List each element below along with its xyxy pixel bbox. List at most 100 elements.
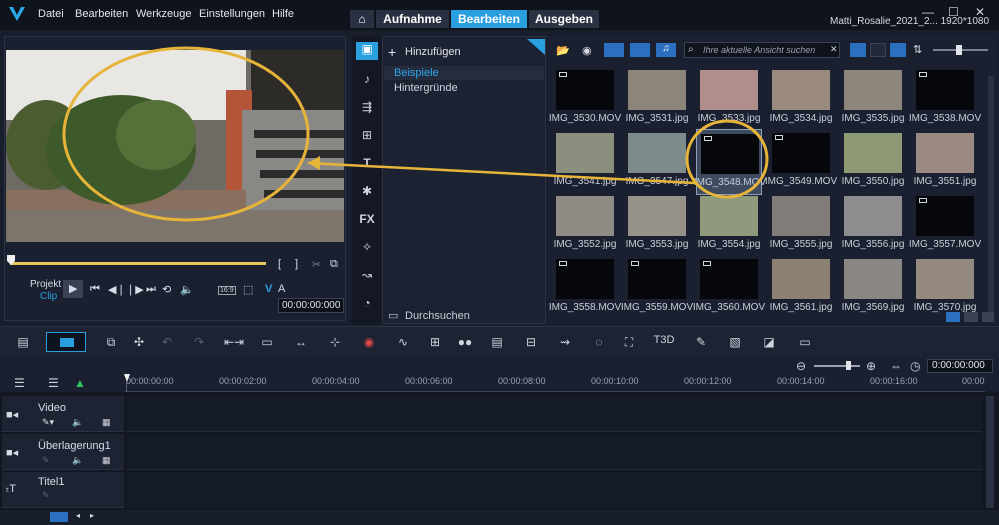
list-view-icon[interactable] <box>850 43 866 57</box>
show-audio-toggle[interactable]: ♫ <box>656 43 676 57</box>
overlay-grid-icon[interactable]: ▦ <box>102 455 111 466</box>
media-thumbnail[interactable]: IMG_3558.MOV <box>549 255 621 321</box>
media-thumbnail[interactable]: IMG_3553.jpg <box>624 192 690 258</box>
media-thumbnail[interactable]: IMG_3530.MOV <box>549 66 621 132</box>
tab-ausgeben[interactable]: Ausgeben <box>529 10 599 28</box>
color-grading-icon[interactable]: ✎ <box>692 335 710 349</box>
track-header-title[interactable]: ₜT Titel1 ✎ <box>2 472 124 508</box>
snapshot-icon[interactable]: ⧉ <box>330 258 338 271</box>
record-capture-icon[interactable]: ◉ <box>360 335 378 349</box>
split-screen-icon[interactable]: ⊟ <box>522 335 540 349</box>
fit-timeline-icon[interactable]: ⇔ <box>890 359 902 373</box>
media-thumbnail[interactable]: IMG_3561.jpg <box>768 255 834 321</box>
library-scrollbar[interactable] <box>988 76 994 316</box>
motion-tracking-icon[interactable]: ⊹ <box>326 335 344 349</box>
repeat-icon[interactable]: ⟲ <box>162 283 171 296</box>
media-thumbnail[interactable]: IMG_3550.jpg <box>840 129 906 195</box>
add-track-icon[interactable]: ▲ <box>74 376 86 390</box>
track-edit-icon[interactable]: ✎▾ <box>42 417 54 428</box>
pin-icon[interactable] <box>527 39 545 55</box>
show-photo-toggle[interactable] <box>630 43 650 57</box>
add-folder-label[interactable]: Hinzufügen <box>405 46 461 58</box>
menu-hilfe[interactable]: Hilfe <box>272 8 294 20</box>
stylize-icon[interactable]: ◪ <box>760 335 778 349</box>
track-header-video[interactable]: ■◂ Video ✎▾ 🔈 ▦ <box>2 396 124 432</box>
video-track-toggle[interactable]: V <box>265 283 272 295</box>
zoom-slider-handle[interactable] <box>846 361 851 370</box>
media-thumbnail[interactable]: IMG_3569.jpg <box>840 255 906 321</box>
ripple-icon[interactable]: ↔ <box>292 335 310 349</box>
timeline-timecode[interactable]: 0:00:00:000 <box>927 359 993 373</box>
add-folder-icon[interactable]: + <box>388 44 396 60</box>
menu-einstellungen[interactable]: Einstellungen <box>199 8 265 20</box>
browse-icon[interactable]: ▭ <box>388 309 398 322</box>
track-grid-icon[interactable]: ▦ <box>102 417 111 428</box>
motion-path-icon[interactable]: ↝ <box>358 268 376 282</box>
library-search-field[interactable]: ⌕ Ihre aktuelle Ansicht suchen ✕ <box>684 42 840 58</box>
prev-frame-icon[interactable]: ◀❘ <box>108 283 126 296</box>
playback-progress[interactable] <box>10 262 266 265</box>
browse-label[interactable]: Durchsuchen <box>405 310 470 322</box>
paint-icon[interactable]: ▧ <box>726 335 744 349</box>
media-thumbnail[interactable]: IMG_3551.jpg <box>912 129 978 195</box>
media-thumbnail[interactable]: IMG_3538.MOV <box>909 66 981 132</box>
go-start-icon[interactable]: ⏮ <box>90 283 100 296</box>
track-list-icon[interactable]: ☰ <box>14 376 25 390</box>
play-button[interactable]: ▶ <box>63 280 83 298</box>
scroll-right-icon[interactable]: ▸ <box>90 511 94 520</box>
media-thumbnail[interactable]: IMG_3541.jpg <box>552 129 618 195</box>
media-thumbnail[interactable]: IMG_3549.MOV <box>765 129 837 195</box>
timeline-view-button[interactable] <box>46 332 86 352</box>
media-thumbnail[interactable]: IMG_3560.MOV <box>693 255 765 321</box>
audio-wave-icon[interactable]: ∿ <box>394 335 412 349</box>
graphics-icon[interactable]: ✱ <box>358 184 376 198</box>
media-thumbnail[interactable]: IMG_3531.jpg <box>624 66 690 132</box>
library-option-3-icon[interactable] <box>982 312 994 322</box>
tab-bearbeiten[interactable]: Bearbeiten <box>451 10 527 28</box>
menu-werkzeuge[interactable]: Werkzeuge <box>136 8 191 20</box>
overlay-track-lane[interactable] <box>127 434 982 470</box>
blend-icon[interactable]: ●● <box>456 335 474 349</box>
fit-project-icon[interactable]: ⇤⇥ <box>224 335 244 349</box>
timeline-vertical-scrollbar[interactable] <box>986 396 994 508</box>
speed-icon[interactable]: ◔ <box>358 296 376 310</box>
media-thumbnail[interactable]: IMG_3556.jpg <box>840 192 906 258</box>
zoom-slider[interactable] <box>814 365 860 367</box>
audio-track-toggle[interactable]: A <box>278 283 285 295</box>
chapter-icon[interactable]: ▭ <box>258 335 276 349</box>
title-tool-icon[interactable]: T <box>358 156 376 170</box>
mark-in-icon[interactable]: [ <box>278 258 281 270</box>
title-edit-icon[interactable]: ✎ <box>42 490 50 501</box>
track-header-overlay[interactable]: ■◂ Überlagerung1 ✎ 🔈 ▦ <box>2 434 124 470</box>
thumbnail-view-icon[interactable] <box>890 43 906 57</box>
tab-aufnahme[interactable]: Aufnahme <box>376 10 449 28</box>
thumbnail-size-handle[interactable] <box>956 45 962 55</box>
redo-icon[interactable]: ↷ <box>190 335 208 349</box>
title-3d-icon[interactable]: T3D <box>652 334 676 346</box>
library-option-2-icon[interactable] <box>964 312 978 322</box>
transition-icon[interactable]: ⇶ <box>358 100 376 114</box>
go-end-icon[interactable]: ⏭ <box>146 283 156 296</box>
zoom-out-icon[interactable]: ⊖ <box>796 359 806 373</box>
track-options-icon[interactable]: ☰ <box>48 376 59 390</box>
category-beispiele[interactable]: Beispiele <box>384 66 544 80</box>
track-audio-icon[interactable]: 🔈 <box>72 417 83 428</box>
media-thumbnail[interactable]: IMG_3535.jpg <box>840 66 906 132</box>
overlay-edit-icon[interactable]: ✎ <box>42 455 50 466</box>
timeline-bottom-toggle[interactable] <box>50 512 68 522</box>
instant-project-icon[interactable]: ♪ <box>358 72 376 86</box>
scroll-left-icon[interactable]: ◂ <box>76 511 80 520</box>
volume-icon[interactable]: 🔈 <box>180 283 194 296</box>
split-clip-icon[interactable]: ✂ <box>312 258 321 271</box>
menu-bearbeiten[interactable]: Bearbeiten <box>75 8 128 20</box>
media-thumbnail[interactable]: IMG_3548.MOV <box>694 129 766 195</box>
menu-datei[interactable]: Datei <box>38 8 64 20</box>
clear-search-icon[interactable]: ✕ <box>830 44 838 55</box>
export-frame-icon[interactable]: ▭ <box>796 335 814 349</box>
aspect-ratio-button[interactable]: 16:9 <box>218 286 236 295</box>
media-library-icon[interactable]: ▣ <box>356 42 378 60</box>
library-option-1-icon[interactable] <box>946 312 960 322</box>
fx-filter-icon[interactable]: FX <box>356 212 378 226</box>
effects-wand-icon[interactable]: ✧ <box>358 240 376 254</box>
subtitle-icon[interactable]: ▤ <box>488 335 506 349</box>
